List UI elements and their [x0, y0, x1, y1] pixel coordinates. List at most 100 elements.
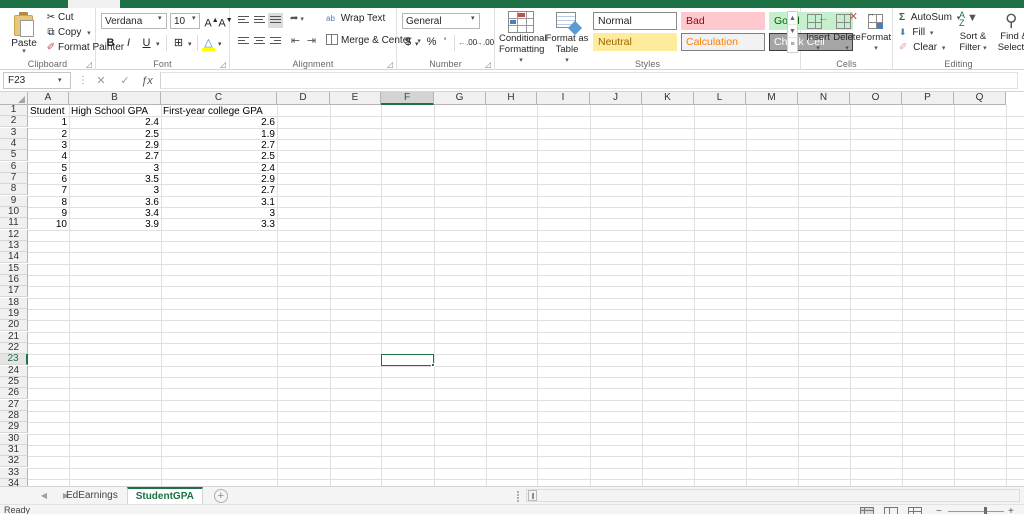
fill-handle[interactable]	[431, 362, 435, 367]
alignment-dialog-launcher[interactable]: ◿	[387, 60, 393, 69]
column-header-j[interactable]: J	[590, 92, 642, 105]
cell-B8[interactable]: 3	[71, 185, 159, 196]
cell-A11[interactable]: 10	[30, 219, 67, 230]
fill-color-caret[interactable]: ▾	[218, 40, 222, 48]
cell-A3[interactable]: 2	[30, 129, 67, 140]
column-header-o[interactable]: O	[850, 92, 902, 105]
increase-indent-button[interactable]: ⇥	[304, 34, 319, 49]
column-header-e[interactable]: E	[330, 92, 381, 105]
row-header-32[interactable]: 32	[0, 456, 28, 468]
column-header-b[interactable]: B	[69, 92, 161, 105]
cell-B3[interactable]: 2.5	[71, 129, 159, 140]
bold-button[interactable]: B	[102, 34, 119, 52]
row-header-24[interactable]: 24	[0, 365, 28, 377]
cell-C9[interactable]: 3.1	[163, 197, 275, 208]
cell-C6[interactable]: 2.4	[163, 163, 275, 174]
underline-button[interactable]: U	[138, 34, 155, 52]
row-header-29[interactable]: 29	[0, 422, 28, 434]
cell-C11[interactable]: 3.3	[163, 219, 275, 230]
row-header-6[interactable]: 6	[0, 161, 28, 173]
font-dialog-launcher[interactable]: ◿	[220, 60, 226, 69]
styles-gallery-scroll[interactable]: ▲ ▼ ≡	[787, 11, 798, 53]
cell-C7[interactable]: 2.9	[163, 174, 275, 185]
page-break-view-button[interactable]	[908, 507, 922, 514]
row-header-23[interactable]: 23	[0, 354, 28, 366]
cancel-formula-icon[interactable]: ✕	[90, 73, 112, 89]
delete-cells-button[interactable]: ✕ Delete ▾	[832, 11, 862, 54]
cell-C5[interactable]: 2.5	[163, 151, 275, 162]
column-header-f[interactable]: F	[381, 92, 434, 105]
clear-caret[interactable]: ▾	[942, 45, 946, 52]
row-header-15[interactable]: 15	[0, 263, 28, 275]
clipboard-dialog-launcher[interactable]: ◿	[86, 60, 92, 69]
row-header-18[interactable]: 18	[0, 297, 28, 309]
column-header-m[interactable]: M	[746, 92, 798, 105]
align-right-button[interactable]	[268, 34, 283, 49]
row-header-21[interactable]: 21	[0, 331, 28, 343]
cell-B9[interactable]: 3.6	[71, 197, 159, 208]
cell-B5[interactable]: 2.7	[71, 151, 159, 162]
row-header-3[interactable]: 3	[0, 127, 28, 139]
copy-button[interactable]: ⧉ Copy ▾	[44, 27, 91, 42]
row-header-34[interactable]: 34	[0, 478, 28, 486]
cell-A7[interactable]: 6	[30, 174, 67, 185]
column-header-n[interactable]: N	[798, 92, 850, 105]
vertical-scrollbar[interactable]	[1019, 92, 1024, 486]
number-format-select[interactable]: General	[402, 13, 480, 29]
delete-caret[interactable]: ▾	[832, 44, 862, 55]
cell-style-bad[interactable]: Bad	[681, 12, 765, 30]
column-header-i[interactable]: I	[537, 92, 590, 105]
cell-C8[interactable]: 2.7	[163, 185, 275, 196]
align-center-button[interactable]	[252, 34, 267, 49]
copy-dropdown-caret[interactable]: ▾	[87, 30, 91, 37]
row-header-11[interactable]: 11	[0, 218, 28, 230]
cell-C3[interactable]: 1.9	[163, 129, 275, 140]
row-header-20[interactable]: 20	[0, 320, 28, 332]
sort-filter-caret[interactable]: ▾	[983, 45, 987, 52]
fill-color-button[interactable]: △	[200, 34, 217, 52]
column-header-d[interactable]: D	[277, 92, 330, 105]
prev-sheet-icon[interactable]: ◀	[36, 490, 52, 503]
row-header-5[interactable]: 5	[0, 150, 28, 162]
number-dialog-launcher[interactable]: ◿	[485, 60, 491, 69]
row-header-9[interactable]: 9	[0, 195, 28, 207]
cell-A1[interactable]: Student	[30, 106, 67, 117]
column-header-p[interactable]: P	[902, 92, 954, 105]
cell-B6[interactable]: 3	[71, 163, 159, 174]
underline-caret[interactable]: ▾	[156, 40, 160, 48]
decrease-decimal-button[interactable]: →.00	[475, 34, 494, 51]
format-cells-button[interactable]: ↔ Format ▾	[861, 9, 891, 54]
autosum-button[interactable]: Σ AutoSum ▾	[899, 12, 960, 23]
active-cell-selection[interactable]	[381, 354, 434, 366]
align-left-button[interactable]	[236, 34, 251, 49]
styles-scroll-up-icon[interactable]: ▲	[788, 12, 797, 25]
orientation-button[interactable]: ➦ ▾	[290, 13, 304, 24]
cell-B4[interactable]: 2.9	[71, 140, 159, 151]
comma-button[interactable]: '	[440, 34, 450, 51]
horizontal-scroll-thumb[interactable]	[528, 490, 537, 501]
normal-view-button[interactable]	[860, 507, 874, 514]
zoom-out-button[interactable]: −	[936, 506, 942, 514]
cell-B2[interactable]: 2.4	[71, 117, 159, 128]
cell-C4[interactable]: 2.7	[163, 140, 275, 151]
split-handle[interactable]	[516, 490, 520, 502]
cell-style-normal[interactable]: Normal	[593, 12, 677, 30]
cell-B10[interactable]: 3.4	[71, 208, 159, 219]
cell-C1[interactable]: First-year college GPA	[163, 106, 275, 117]
row-header-17[interactable]: 17	[0, 286, 28, 298]
align-top-button[interactable]	[236, 13, 251, 28]
number-format-caret[interactable]: ▾	[471, 14, 475, 22]
cell-style-calculation[interactable]: Calculation	[681, 33, 765, 51]
wrap-text-button[interactable]: ab Wrap Text	[326, 13, 385, 24]
sort-filter-button[interactable]: A Z ▼ Sort & Filter ▾	[953, 11, 993, 54]
column-header-c[interactable]: C	[161, 92, 277, 105]
paste-dropdown-caret[interactable]: ▾	[4, 48, 44, 55]
sheet-tab-studentgpa[interactable]: StudentGPA	[126, 487, 203, 505]
cell-C2[interactable]: 2.6	[163, 117, 275, 128]
cell-A5[interactable]: 4	[30, 151, 67, 162]
row-header-14[interactable]: 14	[0, 252, 28, 264]
styles-scroll-down-icon[interactable]: ▼	[788, 25, 797, 38]
percent-button[interactable]: %	[425, 34, 438, 51]
column-header-l[interactable]: L	[694, 92, 746, 105]
styles-more-icon[interactable]: ≡	[788, 38, 797, 51]
